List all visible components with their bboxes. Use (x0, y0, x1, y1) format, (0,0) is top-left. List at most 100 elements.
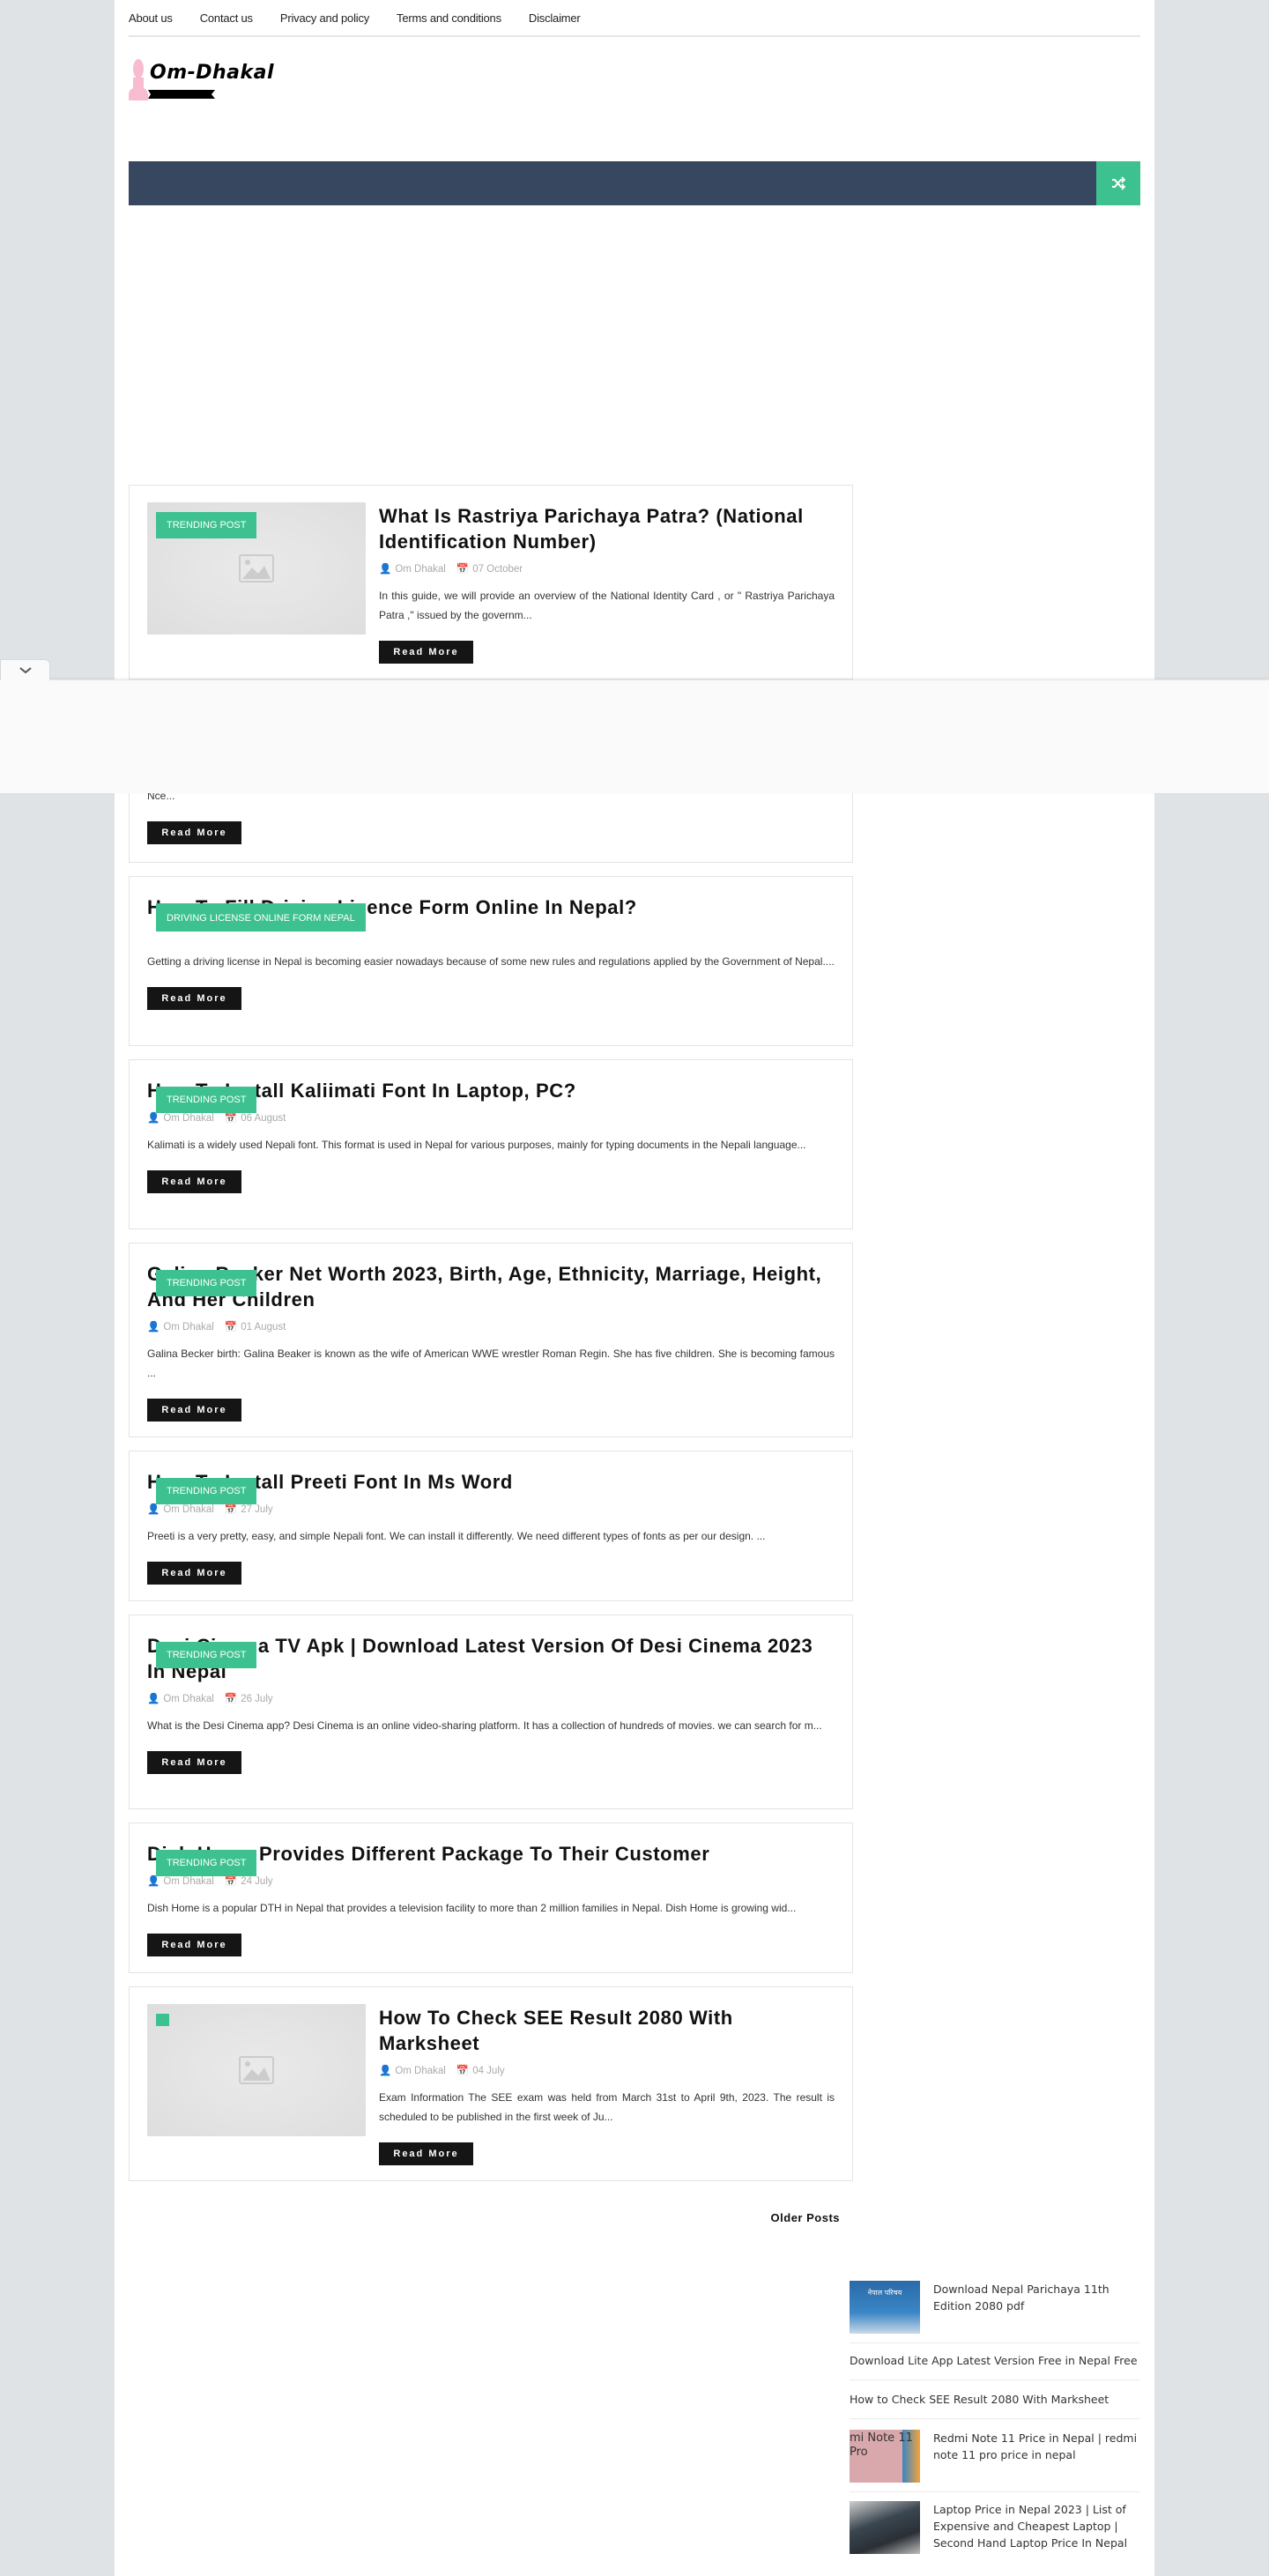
category-badge[interactable]: Trending Post (156, 1087, 257, 1113)
post-card: Trending Post How To Install Preeti Font… (129, 1451, 853, 1601)
calendar-icon: 📅 (456, 2066, 470, 2076)
post-author: Om Dhakal (395, 564, 446, 575)
read-more-button[interactable]: Read More (379, 2142, 473, 2165)
post-excerpt: Galina Becker birth: Galina Beaker is kn… (147, 1347, 835, 1379)
category-badge[interactable]: Trending Post (156, 1642, 257, 1668)
read-more-button[interactable]: Read More (147, 1170, 241, 1193)
read-more-button[interactable]: Read More (147, 1399, 241, 1422)
post-meta: 👤 Om Dhakal 📅 06 August (147, 1111, 835, 1125)
post-meta: 👤 Om Dhakal 📅 24 July (147, 1874, 835, 1889)
post-thumbnail[interactable] (147, 2004, 366, 2136)
post-excerpt: Dish Home is a popular DTH in Nepal that… (147, 1902, 797, 1914)
user-icon: 👤 (147, 1694, 160, 1704)
read-more-button[interactable]: Read More (379, 641, 473, 664)
post-date: 06 August (241, 1113, 286, 1124)
thumbnail-text: mi Note 11 Pro (850, 2431, 913, 2459)
logo-text: Om-Dhakal (150, 62, 275, 84)
calendar-icon: 📅 (224, 1504, 238, 1515)
post-author: Om Dhakal (163, 1322, 214, 1333)
collapse-ad-button[interactable] (0, 659, 50, 680)
nav-about-us[interactable]: About us (129, 11, 173, 25)
popular-post-item[interactable]: mi Note 11 Pro Redmi Note 11 Price in Ne… (850, 2430, 1140, 2492)
calendar-icon: 📅 (224, 1694, 238, 1704)
popular-post-item[interactable]: नेपाल परिचय Download Nepal Parichaya 11t… (850, 2281, 1140, 2343)
chevron-down-icon (19, 666, 32, 673)
sticky-ad-overlay (0, 679, 1269, 793)
nav-terms-conditions[interactable]: Terms and conditions (397, 11, 501, 25)
person-silhouette-icon (129, 59, 148, 100)
read-more-button[interactable]: Read More (147, 987, 241, 1010)
logo-ribbon (148, 90, 215, 99)
nav-contact-us[interactable]: Contact us (200, 11, 253, 25)
post-meta: 👤 Om Dhakal 📅 04 July (379, 2064, 835, 2078)
post-author: Om Dhakal (163, 1504, 214, 1515)
post-excerpt: Exam Information The SEE exam was held f… (379, 2091, 835, 2123)
popular-post-title: How to Check SEE Result 2080 With Marksh… (850, 2393, 1109, 2406)
shuffle-icon (1112, 176, 1125, 190)
popular-post-item[interactable]: Laptop Price in Nepal 2023 | List of Exp… (850, 2501, 1140, 2563)
post-date: 24 July (241, 1876, 273, 1887)
post-date: 07 October (472, 564, 523, 575)
read-more-button[interactable]: Read More (147, 1934, 241, 1956)
post-card: Trending Post Galina Becker Net Worth 20… (129, 1243, 853, 1437)
category-badge[interactable]: Trending Post (156, 1478, 257, 1504)
image-placeholder-icon (239, 2056, 274, 2084)
post-thumbnail: नेपाल परिचय (850, 2281, 920, 2334)
main-navbar (129, 161, 1140, 205)
category-badge[interactable]: Trending Post (156, 512, 257, 538)
post-thumbnail: mi Note 11 Pro (850, 2430, 920, 2483)
read-more-button[interactable]: Read More (147, 1562, 241, 1585)
post-card: Trending Post How To Install Kaliimati F… (129, 1059, 853, 1229)
category-badge[interactable] (156, 2014, 169, 2026)
random-post-button[interactable] (1096, 161, 1140, 205)
post-date: 04 July (472, 2066, 505, 2076)
post-card: Trending Post Desi Cinema TV Apk | Downl… (129, 1615, 853, 1809)
post-title[interactable]: What Is Rastriya Parichaya Patra? (Natio… (379, 503, 835, 554)
post-meta: 👤 Om Dhakal 📅 26 July (147, 1692, 835, 1706)
image-placeholder-icon (239, 554, 274, 583)
older-posts-link[interactable]: Older Posts (129, 2211, 840, 2224)
post-meta: 👤 Om Dhakal 📅 27 July (147, 1503, 835, 1517)
post-excerpt: In this guide, we will provide an overvi… (379, 590, 835, 621)
post-thumbnail (850, 2501, 920, 2554)
top-navigation: About us Contact us Privacy and policy T… (129, 0, 1140, 37)
category-badge[interactable]: Driving License Online Form Nepal (156, 903, 366, 932)
nav-privacy-policy[interactable]: Privacy and policy (280, 11, 369, 25)
calendar-icon: 📅 (224, 1113, 238, 1124)
category-badge[interactable]: Trending Post (156, 1850, 257, 1876)
post-card: Driving License Online Form Nepal How To… (129, 876, 853, 1046)
read-more-button[interactable]: Read More (147, 1751, 241, 1774)
post-card: Trending Post What Is Rastriya Parichaya… (129, 485, 853, 679)
user-icon: 👤 (147, 1322, 160, 1333)
post-author: Om Dhakal (163, 1694, 214, 1704)
popular-post-title: Redmi Note 11 Price in Nepal | redmi not… (933, 2431, 1138, 2461)
post-excerpt: What is the Desi Cinema app? Desi Cinema… (147, 1719, 822, 1732)
popular-posts-sidebar: नेपाल परिचय Download Nepal Parichaya 11t… (850, 2281, 1140, 2572)
post-card: How To Check SEE Result 2080 With Marksh… (129, 1986, 853, 2181)
post-author: Om Dhakal (395, 2066, 446, 2076)
post-excerpt: Preeti is a very pretty, easy, and simpl… (147, 1530, 766, 1542)
post-author: Om Dhakal (163, 1113, 214, 1124)
nav-disclaimer[interactable]: Disclaimer (529, 11, 581, 25)
popular-post-title: Download Nepal Parichaya 11th Edition 20… (933, 2283, 1109, 2312)
popular-post-title: Laptop Price in Nepal 2023 | List of Exp… (933, 2503, 1128, 2550)
popular-post-item[interactable]: Download Lite App Latest Version Free in… (850, 2352, 1140, 2380)
post-author: Om Dhakal (163, 1876, 214, 1887)
site-logo[interactable]: Om-Dhakal (129, 56, 314, 104)
read-more-button[interactable]: Read More (147, 821, 241, 844)
popular-post-item[interactable]: How to Check SEE Result 2080 With Marksh… (850, 2391, 1140, 2419)
post-meta: 👤 Om Dhakal 📅 07 October (379, 562, 835, 576)
calendar-icon: 📅 (456, 564, 470, 575)
calendar-icon: 📅 (224, 1322, 238, 1333)
post-date: 01 August (241, 1322, 286, 1333)
thumbnail-text: नेपाल परिचय (867, 2289, 902, 2297)
post-date: 26 July (241, 1694, 273, 1704)
post-title[interactable]: How To Check SEE Result 2080 With Marksh… (379, 2005, 835, 2056)
popular-post-title: Download Lite App Latest Version Free in… (850, 2354, 1138, 2367)
user-icon: 👤 (147, 1113, 160, 1124)
user-icon: 👤 (147, 1504, 160, 1515)
calendar-icon: 📅 (224, 1876, 238, 1887)
user-icon: 👤 (379, 564, 392, 575)
post-excerpt: Kalimati is a widely used Nepali font. T… (147, 1139, 806, 1151)
category-badge[interactable]: Trending Post (156, 1270, 257, 1296)
